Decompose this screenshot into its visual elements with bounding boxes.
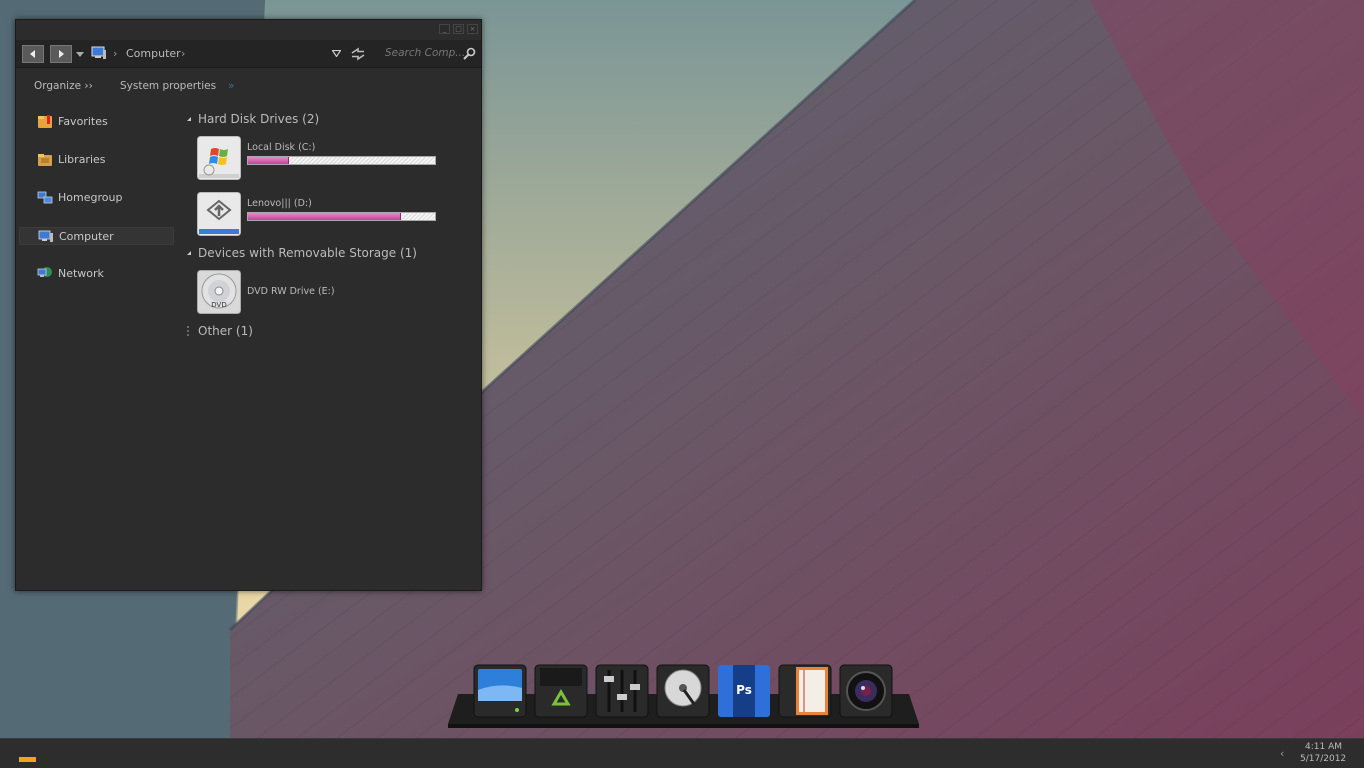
drive-lenovo-d[interactable]: Lenovo||| (D:) — [197, 192, 437, 238]
photoshop-label: Ps — [736, 683, 752, 697]
nav-label: Network — [58, 267, 104, 280]
mixer-settings-icon[interactable] — [595, 664, 649, 718]
photoshop-icon[interactable]: Ps — [717, 664, 771, 718]
dvd-drive-icon: DVD — [197, 270, 241, 314]
show-hidden-icons-button[interactable]: ‹ — [1280, 747, 1284, 760]
address-bar: › Computer › Search Comp... — [16, 40, 481, 68]
explorer-window: _ □ × › Computer › Search Comp... Organi… — [15, 19, 482, 591]
collapse-arrow-icon[interactable] — [186, 116, 192, 122]
more-commands-button[interactable]: » — [228, 80, 234, 92]
hard-disk-icon[interactable] — [656, 664, 710, 718]
recycle-bin-icon[interactable] — [534, 664, 588, 718]
windows-drive-icon — [197, 136, 241, 180]
libraries-folder-icon — [38, 154, 52, 166]
start-button[interactable] — [19, 757, 36, 762]
drive-label: Lenovo||| (D:) — [247, 198, 312, 209]
breadcrumb-computer[interactable]: Computer — [126, 47, 181, 60]
drive-label: Local Disk (C:) — [247, 142, 316, 153]
system-properties-button[interactable]: System properties — [120, 80, 216, 92]
navigation-pane: Favorites Libraries Homegroup Computer N… — [16, 102, 186, 590]
network-icon — [37, 267, 52, 277]
star-folder-icon — [38, 115, 52, 128]
forward-button[interactable] — [50, 45, 72, 63]
clock-time[interactable]: 4:11 AM — [1305, 742, 1342, 752]
drive-icon — [197, 192, 241, 236]
nav-item-computer[interactable]: Computer — [19, 227, 174, 245]
drive-usage-bar — [247, 212, 436, 221]
monitor-app-icon[interactable] — [473, 664, 527, 718]
refresh-icon[interactable] — [350, 46, 366, 62]
minimize-button[interactable]: _ — [439, 24, 450, 34]
nav-item-libraries[interactable]: Libraries — [19, 151, 174, 169]
arrow-left-icon — [30, 50, 35, 58]
clock-date[interactable]: 5/17/2012 — [1300, 754, 1346, 764]
nav-label: Favorites — [58, 115, 108, 128]
search-icon[interactable] — [463, 47, 476, 60]
organize-button[interactable]: Organize ›› — [34, 80, 93, 92]
nav-item-network[interactable]: Network — [19, 265, 174, 283]
search-placeholder: Search Comp... — [385, 47, 466, 59]
content-pane: Hard Disk Drives (2) Local Disk (C:) Len… — [186, 102, 481, 590]
group-title: Other (1) — [198, 324, 253, 338]
expand-arrow-icon[interactable] — [186, 326, 192, 336]
taskbar: ‹ 4:11 AM 5/17/2012 — [0, 738, 1364, 768]
camera-icon[interactable] — [839, 664, 893, 718]
collapse-arrow-icon[interactable] — [186, 250, 192, 256]
caption-buttons: _ □ × — [439, 24, 478, 34]
search-box[interactable]: Search Comp... — [380, 44, 478, 64]
arrow-right-icon — [59, 50, 64, 58]
drive-usage-fill — [248, 213, 402, 220]
close-button[interactable]: × — [467, 24, 478, 34]
command-bar: Organize ›› System properties » — [16, 69, 481, 101]
drive-usage-fill — [248, 157, 290, 164]
svg-text:DVD: DVD — [211, 301, 226, 309]
computer-icon — [38, 230, 53, 242]
group-title: Devices with Removable Storage (1) — [198, 246, 417, 260]
drive-local-disk-c[interactable]: Local Disk (C:) — [197, 136, 437, 182]
nav-item-homegroup[interactable]: Homegroup — [19, 189, 174, 207]
nav-label: Libraries — [58, 153, 106, 166]
maximize-button[interactable]: □ — [453, 24, 464, 34]
drive-label: DVD RW Drive (E:) — [247, 286, 335, 297]
computer-icon — [91, 46, 106, 59]
group-title: Hard Disk Drives (2) — [198, 112, 320, 126]
address-dropdown-icon[interactable] — [332, 50, 341, 57]
drive-dvd-rw-e[interactable]: DVD DVD RW Drive (E:) — [197, 270, 437, 316]
homegroup-icon — [37, 191, 53, 204]
notebook-icon[interactable] — [778, 664, 832, 718]
breadcrumb-separator[interactable]: › — [181, 47, 185, 60]
recent-pages-dropdown[interactable] — [76, 52, 84, 57]
nav-label: Homegroup — [58, 191, 123, 204]
back-button[interactable] — [22, 45, 44, 63]
breadcrumb-separator: › — [113, 47, 118, 60]
drive-usage-bar — [247, 156, 436, 165]
nav-item-favorites[interactable]: Favorites — [19, 113, 174, 131]
nav-label: Computer — [59, 230, 114, 243]
